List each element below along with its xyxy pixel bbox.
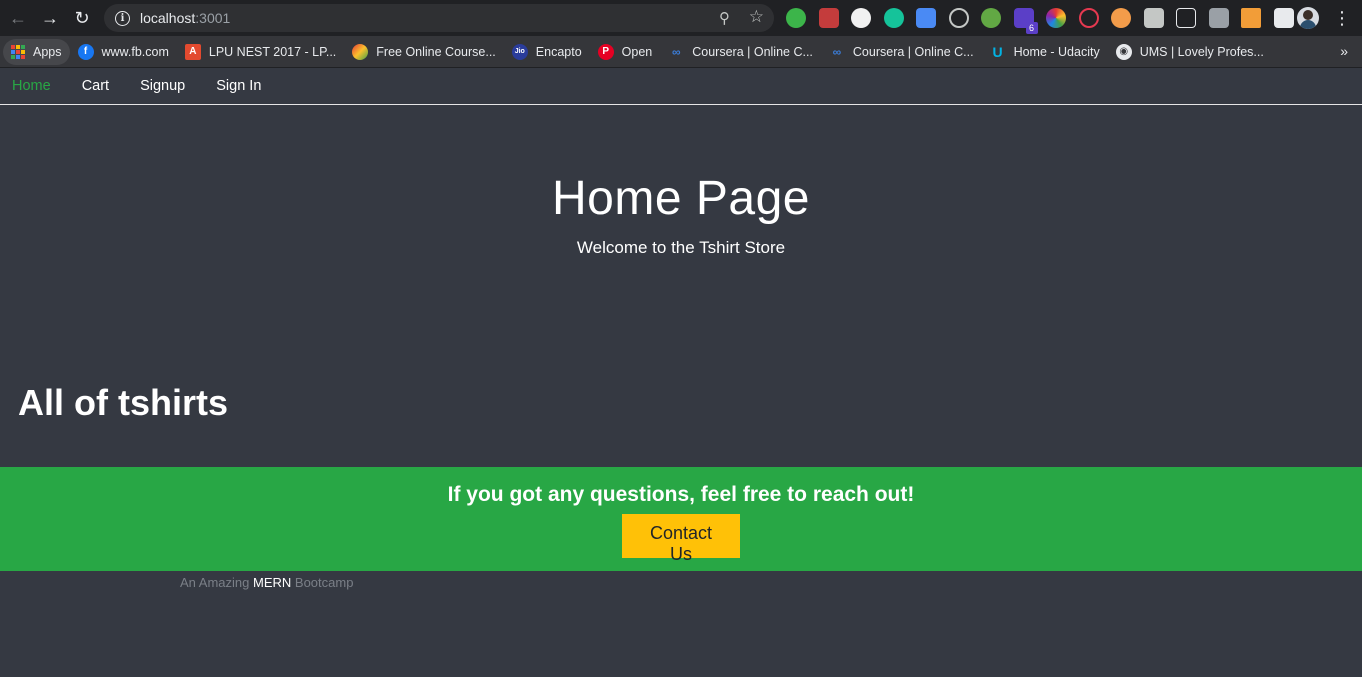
products-heading: All of tshirts — [18, 382, 229, 423]
extension-icon[interactable] — [786, 8, 806, 28]
bookmark-apps[interactable]: Apps — [3, 38, 70, 65]
site-navbar: Home Cart Signup Sign In — [0, 68, 1362, 105]
coursera-icon: ∞ — [832, 44, 842, 59]
coursera-icon: ∞ — [671, 44, 681, 59]
puzzle-icon[interactable] — [1273, 8, 1294, 28]
address-bar[interactable]: i localhost:3001 ⚲ ☆ — [104, 4, 774, 32]
camera-icon[interactable] — [1143, 8, 1164, 28]
reload-icon[interactable]: ↻ — [66, 0, 98, 36]
more-bookmarks-icon[interactable]: » — [1340, 43, 1348, 59]
profile-avatar[interactable] — [1297, 7, 1319, 29]
udacity-icon: U — [992, 43, 1003, 60]
extensions-area: 6 — [786, 8, 1306, 34]
footer-contact-band: If you got any questions, feel free to r… — [0, 467, 1362, 571]
color-picker-icon[interactable] — [1046, 8, 1066, 28]
extension-icon[interactable] — [818, 8, 839, 28]
bookmark-item[interactable]: Jio Encapto — [504, 39, 590, 65]
bookmark-item[interactable]: f www.fb.com — [70, 39, 177, 65]
course-icon — [352, 43, 369, 60]
extension-icon[interactable] — [1111, 8, 1131, 28]
browser-menu-icon[interactable]: ⋮ — [1333, 8, 1351, 28]
zoom-icon[interactable]: ⚲ — [719, 9, 730, 27]
bookmarks-bar: Apps f www.fb.com A LPU NEST 2017 - LP... … — [0, 36, 1362, 68]
hero-section: Home Page Welcome to the Tshirt Store — [0, 105, 1362, 258]
browser-toolbar: ← → ↻ i localhost:3001 ⚲ ☆ 6 ⋮ — [0, 0, 1362, 36]
site-info-icon[interactable]: i — [115, 10, 130, 26]
grammarly-icon[interactable] — [883, 8, 904, 28]
globe-icon: ◉ — [1115, 43, 1132, 60]
page-subtitle: Welcome to the Tshirt Store — [576, 238, 786, 257]
lpu-icon: A — [184, 43, 201, 60]
facebook-icon: f — [77, 43, 94, 60]
bookmark-item[interactable]: A LPU NEST 2017 - LP... — [177, 39, 344, 65]
url-text[interactable]: localhost:3001 — [140, 10, 230, 26]
nav-link-cart[interactable]: Cart — [82, 78, 109, 94]
bookmark-star-icon[interactable]: ☆ — [749, 7, 764, 27]
nav-link-signin[interactable]: Sign In — [216, 78, 261, 94]
bookmark-item[interactable]: U Home - Udacity — [982, 39, 1108, 65]
bookmark-item[interactable]: ∞ Coursera | Online C... — [821, 39, 982, 65]
bookmark-item[interactable]: ◉ UMS | Lovely Profes... — [1108, 39, 1272, 65]
bookmark-item[interactable]: ∞ Coursera | Online C... — [660, 39, 821, 65]
extension-icon[interactable] — [1176, 8, 1196, 28]
apps-grid-icon — [11, 44, 25, 59]
nav-link-signup[interactable]: Signup — [140, 78, 185, 94]
footer-question: If you got any questions, feel free to r… — [447, 483, 915, 506]
page-title: Home Page — [552, 172, 810, 225]
nav-link-home[interactable]: Home — [12, 78, 51, 94]
contact-us-button[interactable]: Contact Us — [622, 514, 740, 564]
extension-icon[interactable] — [981, 8, 1001, 28]
extension-icon[interactable] — [948, 8, 969, 28]
extension-icon[interactable] — [1078, 8, 1099, 28]
translate-icon[interactable] — [916, 8, 936, 28]
pinterest-icon: P — [597, 43, 614, 60]
extension-icon[interactable] — [1241, 8, 1261, 28]
bookmark-item[interactable]: P Open — [590, 39, 661, 65]
bookmark-item[interactable]: Free Online Course... — [344, 39, 504, 65]
back-arrow-icon[interactable]: ← — [2, 0, 34, 36]
forward-arrow-icon[interactable]: → — [34, 0, 66, 36]
extension-icon[interactable] — [1208, 8, 1229, 28]
jio-icon: Jio — [511, 43, 528, 60]
footer-tagline: An Amazing MERN Bootcamp — [180, 575, 354, 590]
extension-icon[interactable]: 6 — [1013, 8, 1038, 34]
extension-icon[interactable] — [851, 8, 871, 28]
